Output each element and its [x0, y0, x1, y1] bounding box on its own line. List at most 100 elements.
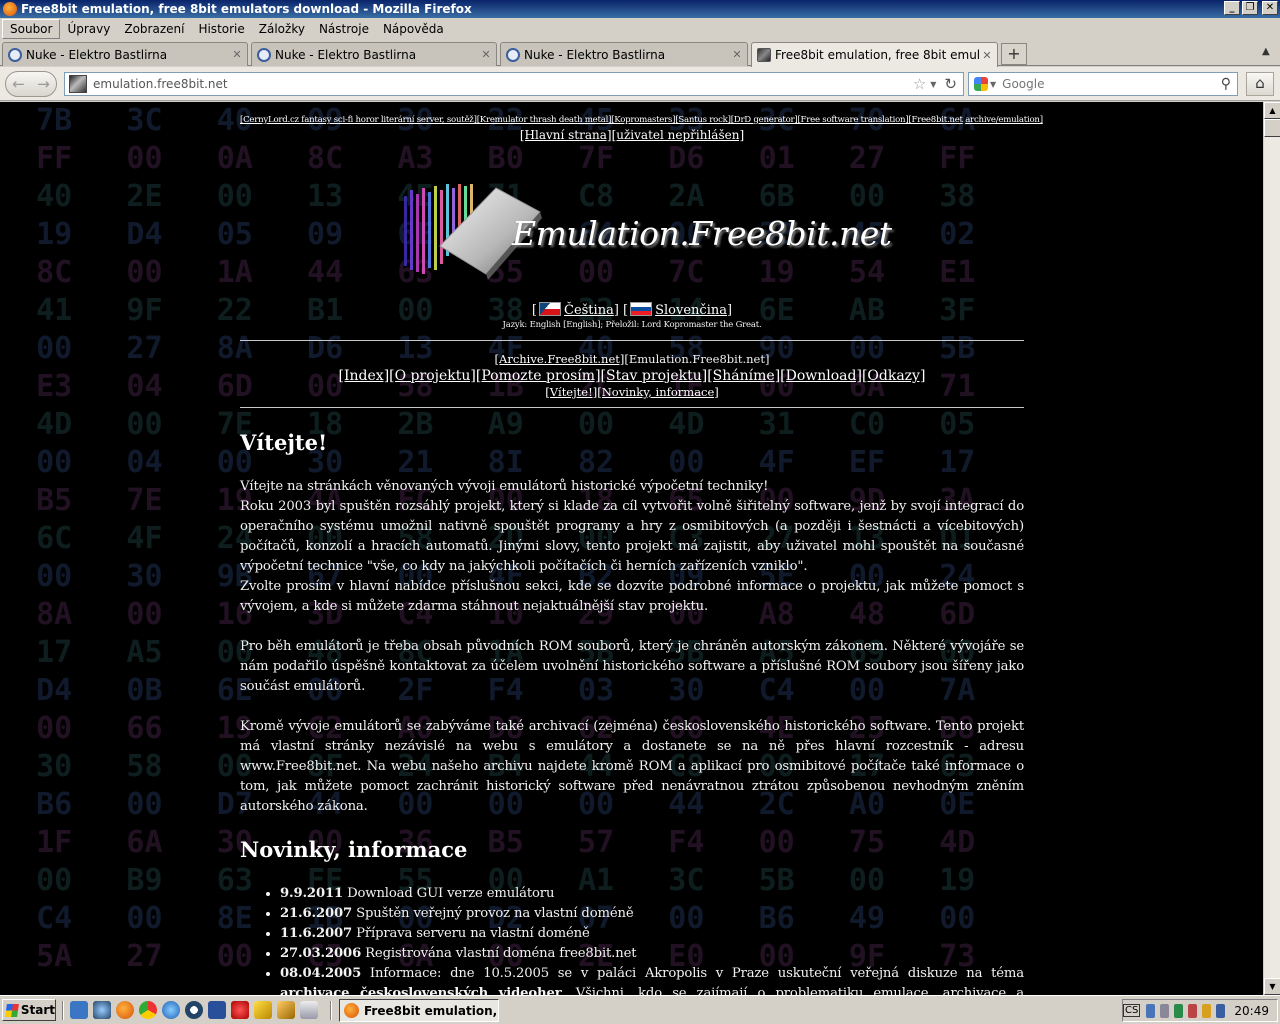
lang-czech-link[interactable]: Čeština [564, 303, 614, 318]
url-bar[interactable]: ☆ ▼ ↻ [64, 72, 964, 96]
quicklaunch-network-icon[interactable] [93, 1001, 111, 1019]
tray-language-indicator[interactable]: CS [1122, 1004, 1141, 1017]
news-date: 27.03.2006 [280, 946, 362, 961]
tab-1[interactable]: Nuke - Elektro Bastlirna ✕ [2, 42, 248, 66]
menu-zobrazeni[interactable]: Zobrazení [117, 20, 191, 38]
tab-list-chevron-icon[interactable]: ▲ [1262, 46, 1270, 57]
menu-bar: Soubor Úpravy Zobrazení Historie Záložky… [0, 18, 1280, 40]
tray-monitor-icon[interactable] [1216, 1003, 1226, 1018]
taskbar-separator [62, 1001, 64, 1020]
link-hlavni-strana[interactable]: [Hlavní strana] [520, 128, 612, 142]
url-dropdown-icon[interactable]: ▼ [930, 80, 936, 89]
czech-flag-icon [539, 302, 561, 316]
nav-odkazy[interactable]: [Odkazy] [862, 368, 925, 384]
news-bold: archivace československých videoher [280, 986, 562, 995]
quicklaunch-tool-icon[interactable] [254, 1001, 272, 1019]
link-santus[interactable]: [Santus rock] [675, 115, 731, 125]
tab-4-active[interactable]: Free8bit emulation, free 8bit emulators … [751, 42, 998, 67]
nav-pomozte[interactable]: [Pomozte prosím] [476, 368, 601, 384]
scrollbar-thumb[interactable] [1264, 119, 1280, 137]
nav-download[interactable]: [Download] [780, 368, 862, 384]
nav-index[interactable]: [Index] [339, 368, 390, 384]
tab-close-icon[interactable]: ✕ [230, 48, 244, 61]
tray-clock[interactable]: 20:49 [1234, 1004, 1269, 1018]
url-input[interactable] [93, 77, 913, 91]
site-nav-primary: [Archive.Free8bit.net][Emulation.Free8bi… [240, 352, 1024, 366]
link-free8bit[interactable]: [Free8bit.net [908, 115, 963, 125]
intro-paragraph: Vítejte na stránkách věnovaných vývoji e… [240, 477, 1024, 617]
scroll-down-arrow-icon[interactable]: ▼ [1264, 978, 1280, 995]
minimize-button[interactable]: _ [1224, 1, 1240, 15]
menu-zalozky[interactable]: Záložky [252, 20, 312, 38]
quicklaunch-desktop-icon[interactable] [70, 1001, 88, 1019]
start-button[interactable]: Start [2, 999, 56, 1021]
vertical-scrollbar[interactable]: ▲ ▼ [1263, 102, 1280, 995]
tab-3[interactable]: Nuke - Elektro Bastlirna ✕ [500, 42, 748, 66]
nav-stav-projektu[interactable]: [Stav projektu] [601, 368, 708, 384]
firefox-icon [344, 1003, 359, 1018]
site-logo: Emulation.Free8bit.net [240, 142, 1024, 302]
new-tab-button[interactable]: + [1001, 43, 1027, 65]
quicklaunch-bug-icon[interactable] [231, 1001, 249, 1019]
engine-dropdown-icon[interactable]: ▼ [990, 80, 996, 89]
close-button[interactable]: ✕ [1262, 1, 1278, 15]
link-free-software[interactable]: [Free software translation] [797, 115, 908, 125]
divider [240, 407, 1024, 408]
start-label: Start [20, 1003, 55, 1017]
home-button[interactable]: ⌂ [1246, 72, 1274, 96]
nav-o-projektu[interactable]: [O projektu] [389, 368, 476, 384]
menu-upravy[interactable]: Úpravy [60, 20, 117, 38]
link-cernylord[interactable]: [CernyLord.cz fantasy sci-fi horor liter… [240, 115, 477, 125]
link-drd[interactable]: [DrD generator] [731, 115, 798, 125]
quicklaunch-plug-icon[interactable] [277, 1001, 295, 1019]
menu-nastroje[interactable]: Nástroje [312, 20, 376, 38]
menu-soubor[interactable]: Soubor [2, 19, 61, 39]
language-switcher: [Čeština] [Slovenčina] [531, 302, 733, 318]
tab-2[interactable]: Nuke - Elektro Bastlirna ✕ [251, 42, 497, 66]
tray-alert-icon[interactable] [1188, 1003, 1198, 1018]
link-archive-emulation[interactable]: archive/emulation] [965, 115, 1043, 125]
tab-close-icon[interactable]: ✕ [730, 48, 744, 61]
scroll-up-arrow-icon[interactable]: ▲ [1264, 102, 1280, 119]
bookmark-star-icon[interactable]: ☆ [913, 75, 926, 93]
reload-button[interactable]: ↻ [944, 75, 957, 93]
quicklaunch-media-icon[interactable] [185, 1001, 203, 1019]
nav-shanime[interactable]: [Sháníme] [707, 368, 780, 384]
nav-vitejte[interactable]: [Vítejte!] [545, 385, 597, 399]
quicklaunch-firefox-icon[interactable] [116, 1001, 134, 1019]
quicklaunch-save-icon[interactable] [208, 1001, 226, 1019]
maximize-button[interactable]: ❐ [1242, 1, 1258, 15]
link-kopromasters[interactable]: [Kopromasters] [611, 115, 675, 125]
nav-archive[interactable]: [Archive.Free8bit.net] [495, 352, 625, 366]
tray-drive-icon[interactable] [1160, 1003, 1170, 1018]
page-viewport: 7B 3C 40 09 30 22 45 33 3C 70 6A FF 00 0… [0, 102, 1263, 995]
intro-line-2: Roku 2003 byl spuštěn rozsáhlý projekt, … [240, 499, 1024, 574]
site-nav-main: [Index][O projektu][Pomozte prosím][Stav… [240, 368, 1024, 384]
window-titlebar: Free8bit emulation, free 8bit emulators … [0, 0, 1280, 18]
menu-napoveda[interactable]: Nápověda [376, 20, 451, 38]
forward-button[interactable]: → [37, 75, 50, 93]
site-identity-icon[interactable] [69, 75, 87, 93]
tray-network-icon[interactable] [1146, 1003, 1156, 1018]
quicklaunch-notepad-icon[interactable] [300, 1001, 318, 1019]
nuke-icon [8, 47, 22, 62]
back-button[interactable]: ← [12, 75, 25, 93]
nav-novinky[interactable]: [Novinky, informace] [597, 385, 719, 399]
link-kremulator[interactable]: [Kremulator thrash death metal] [477, 115, 612, 125]
search-input[interactable] [1002, 77, 1221, 91]
menu-historie[interactable]: Historie [191, 20, 251, 38]
taskbar-window-label: Free8bit emulation, fr... [364, 1003, 498, 1018]
link-uzivatel[interactable]: [uživatel nepřihlášen] [612, 128, 745, 142]
tray-antivirus-icon[interactable] [1174, 1003, 1184, 1018]
lang-slovak-link[interactable]: Slovenčina [655, 303, 727, 318]
news-text: Příprava serveru na vlastní doméně [352, 926, 590, 941]
taskbar-firefox-window[interactable]: Free8bit emulation, fr... [339, 999, 499, 1022]
search-bar[interactable]: ▼ ⚲ [968, 72, 1238, 96]
search-icon[interactable]: ⚲ [1221, 76, 1231, 92]
tab-close-icon[interactable]: ✕ [479, 48, 493, 61]
tab-close-icon[interactable]: ✕ [980, 49, 994, 62]
google-engine-icon[interactable] [974, 77, 988, 91]
tray-plug-icon[interactable] [1202, 1003, 1212, 1018]
quicklaunch-ie-icon[interactable] [162, 1001, 180, 1019]
quicklaunch-chrome-icon[interactable] [139, 1001, 157, 1019]
